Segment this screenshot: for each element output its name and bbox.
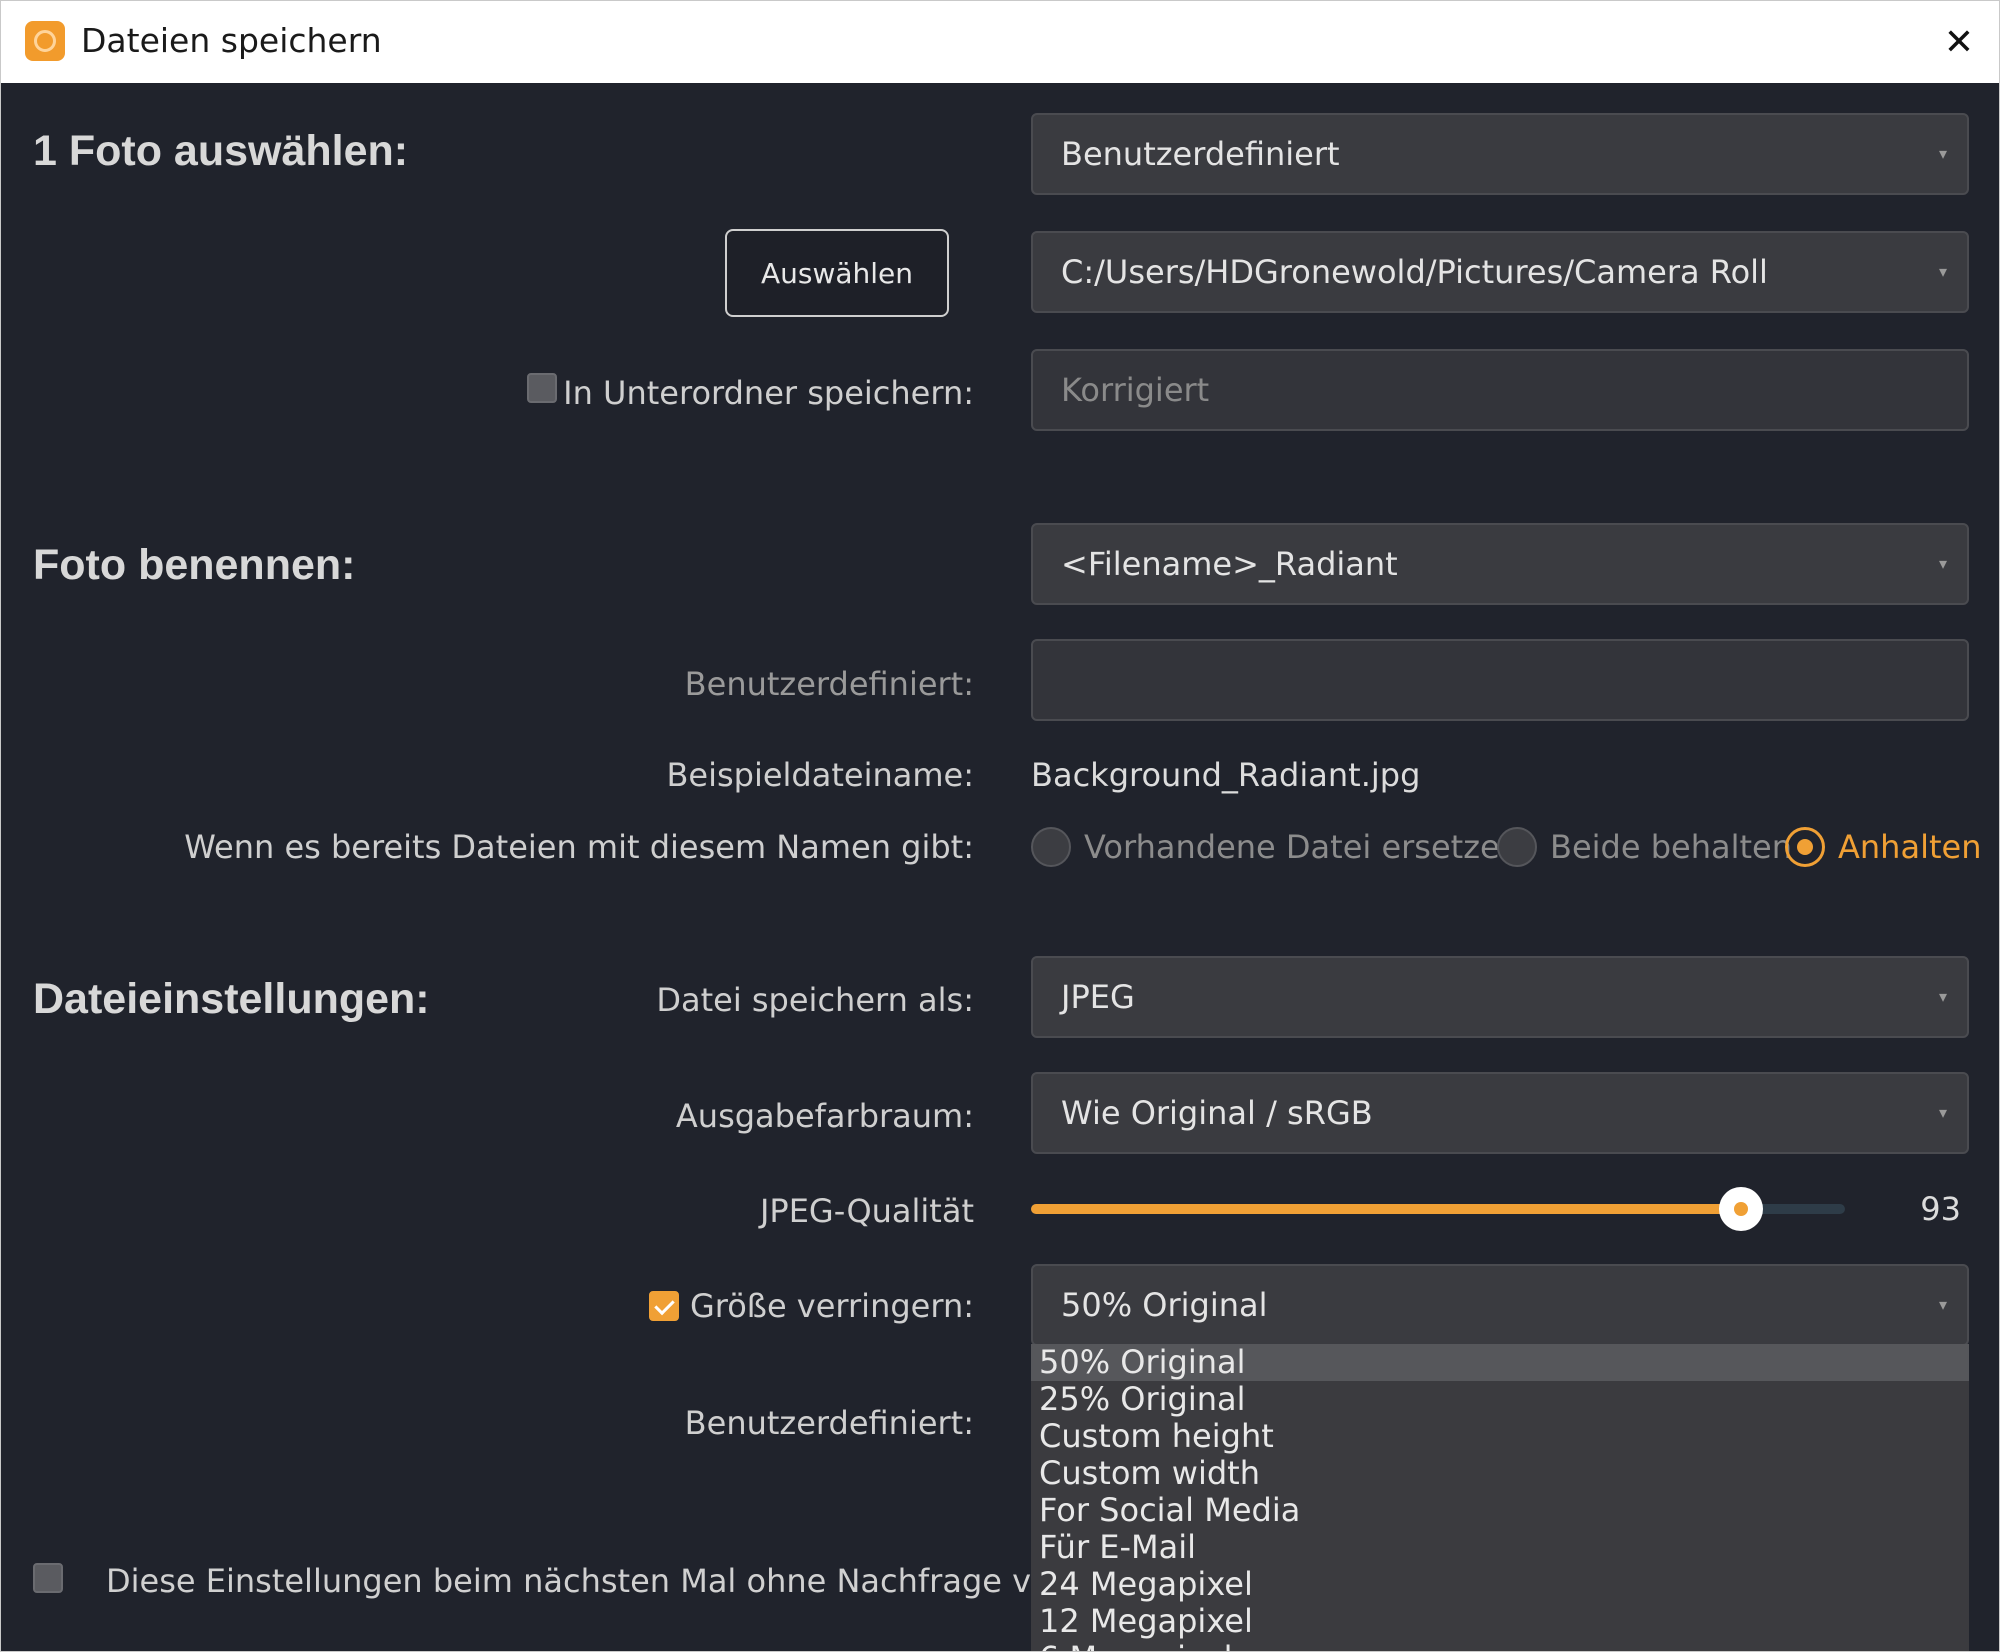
chevron-down-icon: ▾	[1938, 262, 1947, 281]
radio-stop-label: Anhalten	[1838, 828, 1982, 866]
resize-option[interactable]: For Social Media	[1031, 1492, 1969, 1529]
folder-path-dropdown[interactable]: C:/Users/HDGronewold/Pictures/Camera Rol…	[1031, 231, 1969, 313]
file-format-value: JPEG	[1061, 978, 1135, 1016]
radio-replace-label: Vorhandene Datei ersetzen	[1084, 828, 1520, 866]
quality-slider-fill	[1031, 1204, 1741, 1214]
subfolder-checkbox[interactable]	[527, 373, 557, 403]
example-filename-value: Background_Radiant.jpg	[1031, 756, 1421, 794]
title-bar: Dateien speichern ✕	[1, 1, 1999, 83]
resize-checkbox[interactable]	[649, 1291, 679, 1321]
radio-keep-both[interactable]	[1497, 827, 1537, 867]
save-files-dialog: Dateien speichern ✕ 1 Foto auswählen: Be…	[0, 0, 2000, 1652]
remember-checkbox[interactable]	[33, 1563, 63, 1593]
chevron-down-icon: ▾	[1938, 987, 1947, 1006]
example-filename-label: Beispieldateiname:	[666, 756, 974, 794]
quality-slider[interactable]	[1031, 1187, 1845, 1231]
resize-option[interactable]: Custom height	[1031, 1418, 1969, 1455]
close-button[interactable]: ✕	[1931, 15, 1987, 69]
section-title-select: 1 Foto auswählen:	[33, 127, 409, 175]
location-preset-value: Benutzerdefiniert	[1061, 135, 1340, 173]
close-icon: ✕	[1943, 21, 1975, 63]
choose-folder-button[interactable]: Auswählen	[725, 229, 949, 317]
name-template-value: <Filename>_Radiant	[1061, 545, 1398, 583]
quality-label: JPEG-Qualität	[759, 1192, 974, 1230]
resize-label: Größe verringern:	[689, 1287, 974, 1325]
section-title-name: Foto benennen:	[33, 541, 356, 589]
section-title-file: Dateieinstellungen:	[33, 975, 430, 1023]
subfolder-label: In Unterordner speichern:	[563, 374, 974, 412]
radio-stop[interactable]	[1785, 827, 1825, 867]
file-format-dropdown[interactable]: JPEG ▾	[1031, 956, 1969, 1038]
resize-option[interactable]: 50% Original	[1031, 1344, 1969, 1381]
resize-option[interactable]: Custom width	[1031, 1455, 1969, 1492]
custom-size-label: Benutzerdefiniert:	[684, 1404, 974, 1442]
resize-dropdown[interactable]: 50% Original ▾	[1031, 1264, 1969, 1346]
subfolder-name-field[interactable]: Korrigiert	[1031, 349, 1969, 431]
custom-name-label: Benutzerdefiniert:	[684, 665, 974, 703]
radio-keep-both-label: Beide behalten	[1550, 828, 1792, 866]
radio-replace[interactable]	[1031, 827, 1071, 867]
location-preset-dropdown[interactable]: Benutzerdefiniert ▾	[1031, 113, 1969, 195]
format-label: Datei speichern als:	[656, 981, 974, 1019]
subfolder-placeholder: Korrigiert	[1061, 371, 1210, 409]
chevron-down-icon: ▾	[1938, 554, 1947, 573]
chevron-down-icon: ▾	[1938, 1295, 1947, 1314]
conflict-label: Wenn es bereits Dateien mit diesem Namen…	[184, 828, 974, 866]
folder-path-value: C:/Users/HDGronewold/Pictures/Camera Rol…	[1061, 253, 1768, 291]
colorspace-value: Wie Original / sRGB	[1061, 1094, 1373, 1132]
resize-value: 50% Original	[1061, 1286, 1268, 1324]
chevron-down-icon: ▾	[1938, 1103, 1947, 1122]
app-logo-icon	[25, 21, 65, 61]
resize-option[interactable]: 12 Megapixel	[1031, 1603, 1969, 1640]
name-template-dropdown[interactable]: <Filename>_Radiant ▾	[1031, 523, 1969, 605]
window-title: Dateien speichern	[81, 21, 382, 60]
resize-option[interactable]: 6 Megapixel	[1031, 1640, 1969, 1652]
chevron-down-icon: ▾	[1938, 144, 1947, 163]
resize-option[interactable]: 25% Original	[1031, 1381, 1969, 1418]
resize-options-list: 50% Original 25% Original Custom height …	[1031, 1344, 1969, 1652]
resize-option[interactable]: Für E-Mail	[1031, 1529, 1969, 1566]
colorspace-label: Ausgabefarbraum:	[675, 1097, 974, 1135]
custom-name-field[interactable]	[1031, 639, 1969, 721]
quality-value: 93	[1920, 1190, 1961, 1228]
quality-slider-handle[interactable]	[1718, 1187, 1763, 1231]
remember-label: Diese Einstellungen beim nächsten Mal oh…	[106, 1562, 1191, 1600]
colorspace-dropdown[interactable]: Wie Original / sRGB ▾	[1031, 1072, 1969, 1154]
resize-option[interactable]: 24 Megapixel	[1031, 1566, 1969, 1603]
